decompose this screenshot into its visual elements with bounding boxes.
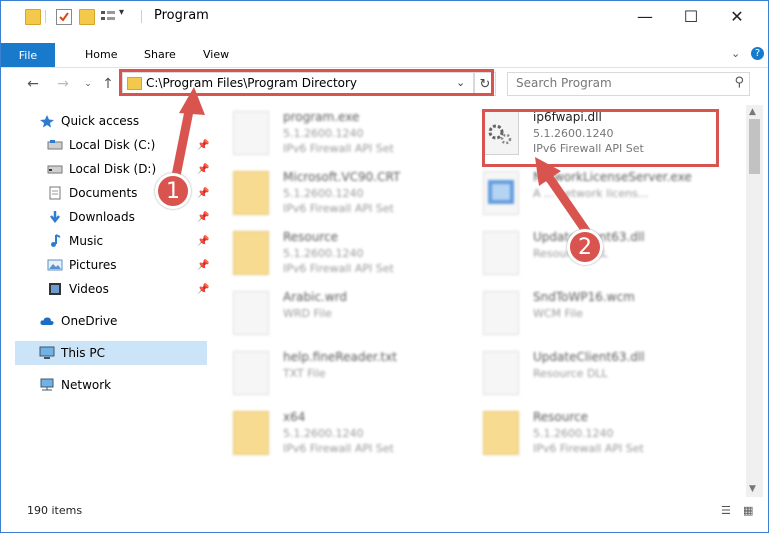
arrow-to-file xyxy=(541,168,591,236)
explorer-window: ▾ Program — ☐ ✕ File Home Share View ⌄ ?… xyxy=(0,0,769,533)
annotation-arrows xyxy=(171,87,591,236)
arrowhead-address xyxy=(179,87,205,115)
callout-badge-1: 1 xyxy=(155,173,191,209)
callout-badge-2: 2 xyxy=(567,229,603,265)
